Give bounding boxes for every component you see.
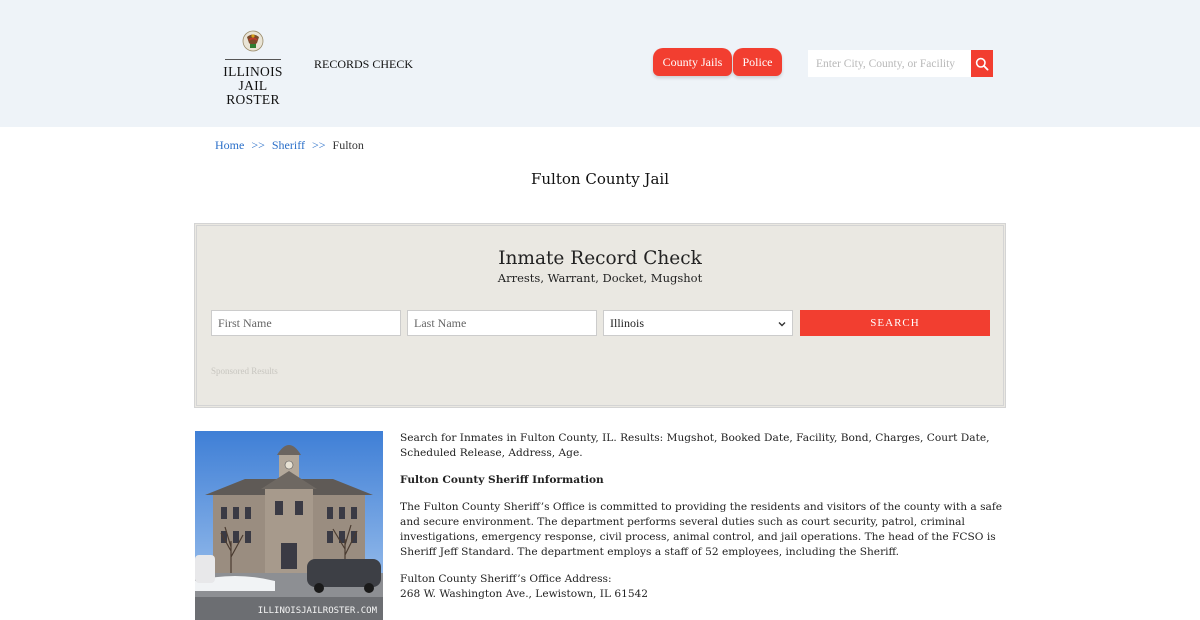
logo-line1: ILLINOIS bbox=[223, 64, 283, 79]
sheriff-address: Fulton County Sheriff’s Office Address: … bbox=[400, 572, 1010, 602]
page-title: Fulton County Jail bbox=[530, 170, 669, 188]
chevron-down-icon bbox=[778, 322, 786, 327]
search-icon bbox=[975, 57, 989, 71]
records-check-link[interactable]: RECORDS CHECK bbox=[314, 57, 413, 72]
state-select[interactable]: Illinois bbox=[603, 310, 793, 336]
logo-text: ILLINOIS JAIL ROSTER bbox=[212, 65, 294, 107]
breadcrumb-home[interactable]: Home bbox=[215, 138, 244, 152]
police-button[interactable]: Police bbox=[733, 48, 782, 76]
courthouse-photo: ILLINOISJAILROSTER.COM bbox=[195, 431, 383, 620]
facility-search-input[interactable] bbox=[808, 50, 972, 77]
photo-watermark: ILLINOISJAILROSTER.COM bbox=[258, 606, 378, 616]
illinois-seal-icon bbox=[241, 28, 265, 54]
site-header: ILLINOIS JAIL ROSTER RECORDS CHECK Count… bbox=[0, 0, 1200, 127]
breadcrumb-separator: >> bbox=[251, 138, 265, 152]
breadcrumb-separator: >> bbox=[311, 138, 326, 152]
last-name-input[interactable] bbox=[407, 310, 597, 336]
address-value: 268 W. Washington Ave., Lewistown, IL 61… bbox=[400, 588, 649, 600]
address-label: Fulton County Sheriff’s Office Address: bbox=[400, 573, 612, 585]
record-search-button[interactable]: SEARCH bbox=[800, 310, 990, 336]
inmate-record-check-panel: Inmate Record Check Arrests, Warrant, Do… bbox=[194, 223, 1006, 408]
record-check-subtitle: Arrests, Warrant, Docket, Mugshot bbox=[497, 271, 703, 285]
sponsored-results-label: Sponsored Results bbox=[211, 366, 278, 376]
intro-text: Search for Inmates in Fulton County, IL.… bbox=[400, 432, 990, 459]
state-select-value: Illinois bbox=[610, 315, 645, 330]
search-button[interactable] bbox=[971, 50, 993, 77]
sheriff-info-text: The Fulton County Sheriff’s Office is co… bbox=[400, 501, 1003, 558]
county-jails-button[interactable]: County Jails bbox=[653, 48, 732, 76]
county-info-content: Search for Inmates in Fulton County, IL.… bbox=[400, 431, 1010, 614]
breadcrumb-sheriff[interactable]: Sheriff bbox=[272, 138, 305, 152]
logo-line2: JAIL ROSTER bbox=[226, 78, 280, 107]
breadcrumb: Home >> Sheriff >> Fulton bbox=[215, 138, 364, 153]
breadcrumb-current: Fulton bbox=[332, 138, 364, 152]
record-check-title: Inmate Record Check bbox=[498, 248, 702, 269]
site-logo[interactable]: ILLINOIS JAIL ROSTER bbox=[212, 28, 294, 107]
logo-divider bbox=[225, 59, 281, 60]
first-name-input[interactable] bbox=[211, 310, 401, 336]
sheriff-info-heading: Fulton County Sheriff Information bbox=[400, 474, 604, 486]
